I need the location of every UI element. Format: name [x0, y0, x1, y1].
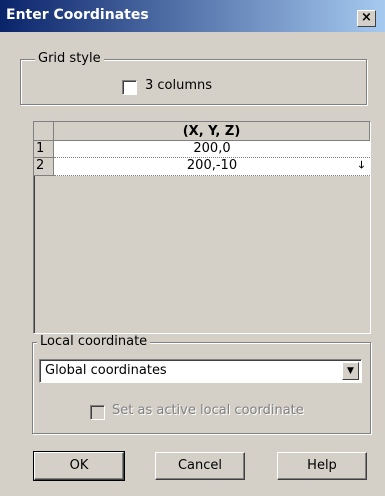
grid-style-group: Grid style 3 columns — [20, 51, 367, 105]
local-coordinate-group: Local coordinate — [32, 334, 371, 434]
set-active-label[interactable]: Set as active local coordinate — [112, 403, 304, 418]
close-button[interactable]: × — [357, 10, 376, 27]
three-columns-checkbox[interactable] — [122, 80, 137, 95]
chevron-down-icon[interactable]: ▼ — [342, 362, 359, 380]
ok-button[interactable]: OK — [33, 451, 125, 481]
local-coordinate-selected: Global coordinates — [45, 363, 167, 378]
cancel-button[interactable]: Cancel — [155, 452, 245, 480]
grid-cell-value[interactable]: 200,0 — [54, 141, 370, 158]
grid-corner-cell — [34, 122, 54, 141]
close-icon: × — [361, 10, 372, 25]
grid-row-header[interactable]: 1 — [34, 141, 54, 158]
grid-column-header[interactable]: (X, Y, Z) — [54, 122, 370, 141]
cell-dropdown-icon[interactable]: 🡓 — [355, 160, 368, 172]
three-columns-label[interactable]: 3 columns — [145, 78, 212, 93]
grid-cell-value[interactable]: 200,-10 🡓 — [54, 158, 370, 176]
enter-coordinates-dialog: Enter Coordinates × Grid style 3 columns… — [0, 0, 385, 496]
grid-row-header[interactable]: 2 — [34, 158, 54, 176]
title-bar[interactable]: Enter Coordinates × — [0, 0, 385, 32]
grid-cell-text: 200,-10 — [186, 158, 238, 173]
set-active-checkbox[interactable] — [90, 405, 105, 420]
local-coordinate-select[interactable]: Global coordinates ▼ — [39, 359, 362, 383]
grid-style-legend: Grid style — [35, 51, 104, 66]
coordinates-grid[interactable]: (X, Y, Z) 1 200,0 2 200,-10 🡓 — [33, 121, 371, 334]
dialog-title: Enter Coordinates — [6, 7, 149, 23]
local-coordinate-legend: Local coordinate — [37, 334, 151, 349]
help-button[interactable]: Help — [277, 452, 367, 480]
